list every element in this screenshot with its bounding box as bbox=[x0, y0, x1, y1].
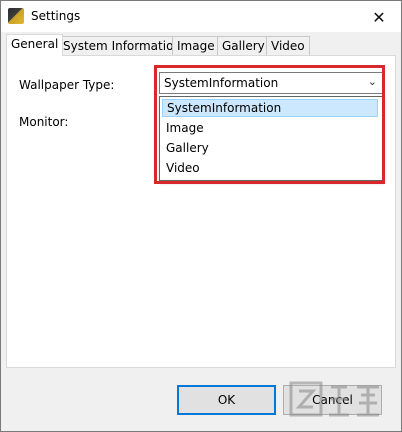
window-title: Settings bbox=[31, 9, 81, 23]
tab-strip: General System Information Image Gallery… bbox=[6, 34, 398, 56]
tab-general[interactable]: General bbox=[6, 34, 64, 56]
wallpaper-type-value: SystemInformation bbox=[164, 76, 279, 90]
wallpaper-type-label: Wallpaper Type: bbox=[19, 78, 115, 92]
close-button[interactable]: ✕ bbox=[363, 4, 395, 30]
app-icon bbox=[8, 8, 24, 24]
option-video[interactable]: Video bbox=[162, 159, 378, 177]
tab-system-information[interactable]: System Information bbox=[58, 36, 187, 55]
wallpaper-type-select[interactable]: SystemInformation ⌄ bbox=[159, 72, 383, 94]
cancel-button[interactable]: Cancel bbox=[283, 385, 382, 415]
ok-button[interactable]: OK bbox=[177, 385, 276, 415]
option-system-information[interactable]: SystemInformation bbox=[162, 99, 378, 117]
tab-gallery[interactable]: Gallery bbox=[217, 36, 270, 55]
option-gallery[interactable]: Gallery bbox=[162, 139, 378, 157]
tab-video[interactable]: Video bbox=[266, 36, 310, 55]
chevron-down-icon: ⌄ bbox=[367, 75, 377, 88]
wallpaper-type-dropdown-list: SystemInformation Image Gallery Video bbox=[159, 96, 383, 181]
option-image[interactable]: Image bbox=[162, 119, 378, 137]
title-bar: Settings ✕ bbox=[1, 1, 401, 32]
monitor-label: Monitor: bbox=[19, 115, 69, 129]
close-icon: ✕ bbox=[372, 7, 386, 27]
tab-image[interactable]: Image bbox=[172, 36, 220, 55]
settings-window: Settings ✕ General System Information Im… bbox=[0, 0, 402, 432]
